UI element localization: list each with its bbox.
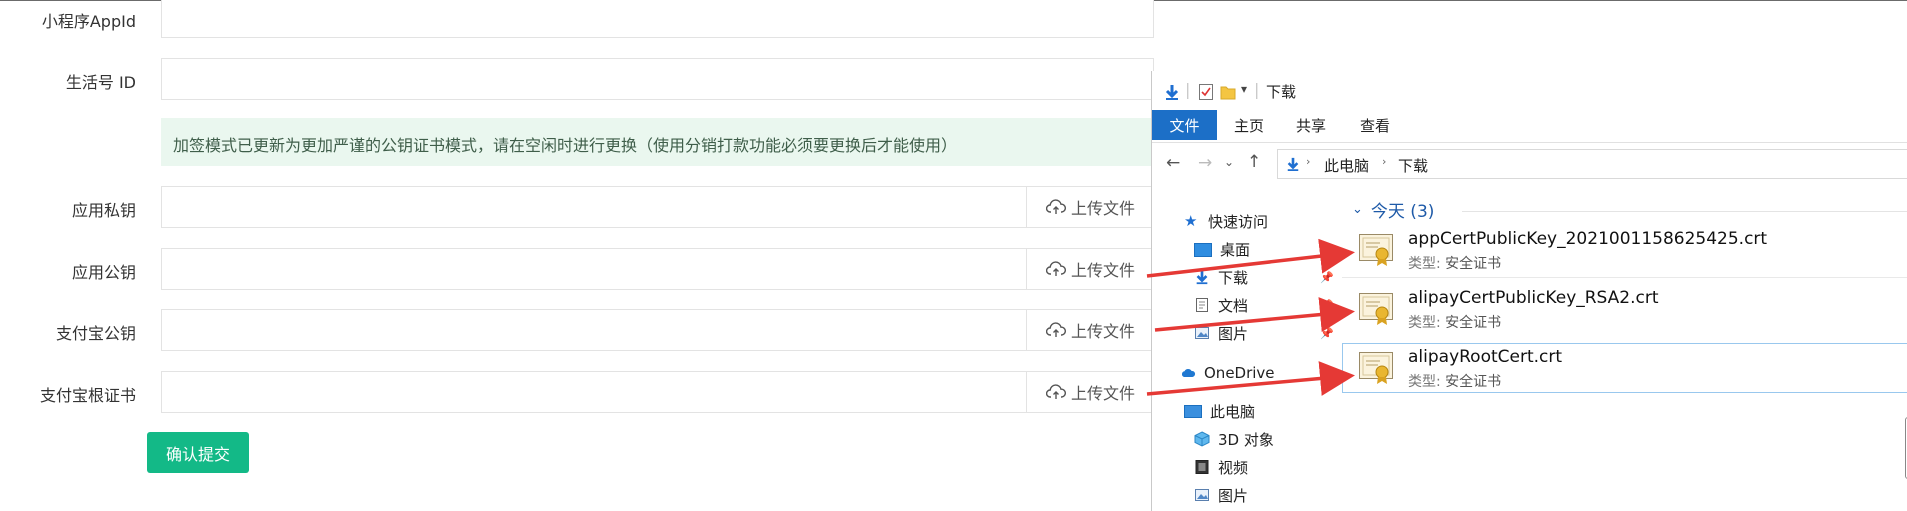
- annotation-arrows: [1146, 238, 1355, 396]
- arrow-to-app-cert: [1146, 238, 1355, 278]
- arrow-to-alipay-cert: [1154, 297, 1355, 333]
- arrow-to-root-cert: [1146, 361, 1355, 396]
